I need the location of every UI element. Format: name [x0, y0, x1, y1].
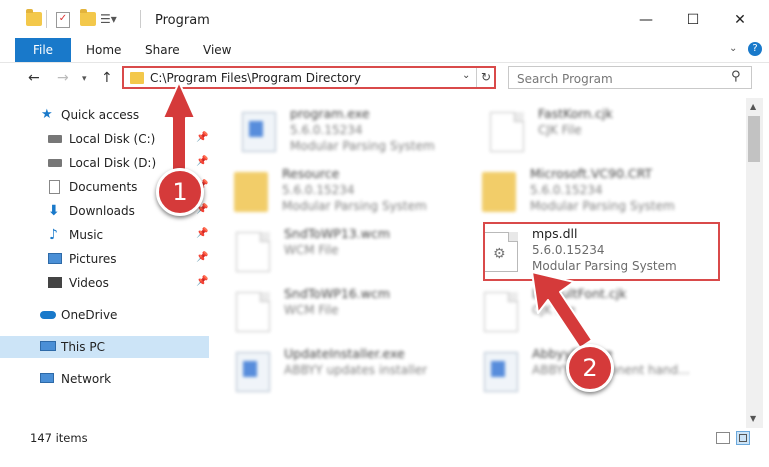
- step-badge-1: 1: [156, 168, 204, 216]
- arrow-1: [162, 81, 196, 171]
- step-badge-2: 2: [566, 344, 614, 392]
- annotation-arrows: [162, 81, 593, 349]
- arrow-2: [531, 271, 593, 349]
